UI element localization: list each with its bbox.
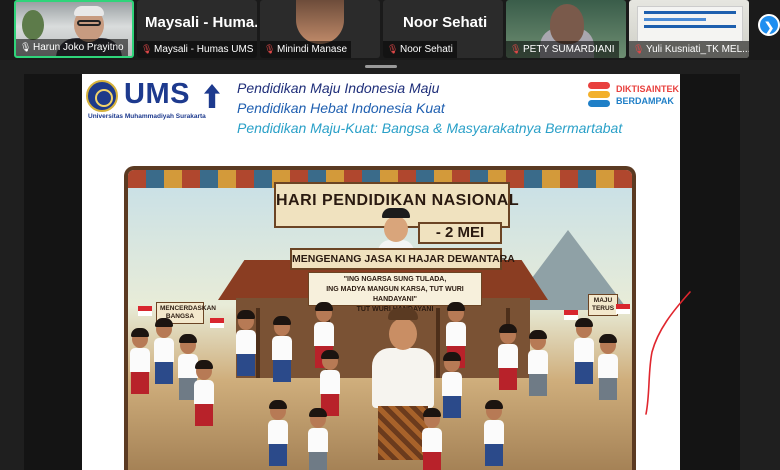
ums-logo-subtitle: Universitas Muhammadiyah Surakarta: [88, 113, 206, 120]
indonesian-flag-icon: [564, 310, 578, 320]
ums-seal-icon: [86, 80, 118, 112]
poster-ribbon: MENGENANG JASA KI HAJAR DEWANTARA: [290, 248, 515, 270]
diktisaintek-mark-icon: [588, 81, 612, 109]
participant-name: Minindi Manase: [277, 44, 348, 55]
sign-right: MAJU TERUS: [588, 294, 618, 316]
poster-banner-date: - 2 MEI: [418, 222, 502, 244]
ums-emblem-icon: [204, 84, 220, 108]
next-participants-button[interactable]: ❯: [758, 14, 780, 36]
participant-name-tag: 🎙 Yuli Kusniati_TK MEL...: [629, 41, 749, 58]
participant-name-tag: 🎙 PETY SUMARDIANI: [506, 41, 619, 58]
diktisaintek-line-1: DIKTISAINTEK: [616, 84, 679, 94]
poster-quote: "ING NGARSA SUNG TULADA, ING MADYA MANGU…: [308, 272, 482, 313]
participant-tile-maysali[interactable]: Maysali - Huma... 🎙 Maysali - Humas UMS: [137, 0, 257, 58]
participant-name-tag: 🎙 Maysali - Humas UMS: [137, 41, 257, 58]
participant-display-name: Maysali - Huma...: [145, 14, 257, 31]
mic-on-icon: 🎙: [20, 42, 32, 52]
video-face: [296, 0, 344, 44]
poster-illustration: HARI PENDIDIKAN NASIONAL - 2 MEI MENGENA…: [124, 166, 636, 470]
participant-tile-pety[interactable]: 🎙 PETY SUMARDIANI: [506, 0, 626, 58]
participant-name: Maysali - Humas UMS: [154, 44, 254, 55]
video-background: [22, 10, 44, 40]
motto-line-3: Pendidikan Maju-Kuat: Bangsa & Masyaraka…: [237, 120, 623, 136]
mic-muted-icon: 🎙: [387, 44, 399, 54]
slide-mottos: Pendidikan Maju Indonesia Maju Pendidika…: [237, 78, 623, 138]
motto-line-2: Pendidikan Hebat Indonesia Kuat: [237, 100, 445, 116]
video-face: [550, 4, 584, 44]
mic-muted-icon: 🎙: [510, 44, 522, 54]
video-hair: [74, 6, 104, 16]
video-glasses: [77, 20, 101, 26]
participant-name: Noor Sehati: [400, 44, 453, 55]
resize-handle[interactable]: [365, 65, 397, 68]
video-slide-thumbnail: [637, 6, 743, 42]
ums-logo: UMS Universitas Muhammadiyah Surakarta: [86, 78, 226, 120]
participant-display-name: Noor Sehati: [403, 14, 488, 31]
indonesian-flag-icon: [616, 304, 630, 314]
ki-hajar-dewantara-portrait: [376, 208, 416, 254]
motto-line-1: Pendidikan Maju Indonesia Maju: [237, 80, 440, 96]
mic-muted-icon: 🎙: [264, 44, 276, 54]
participant-name-tag: 🎙 Harun Joko Prayitno: [16, 39, 128, 56]
participant-tile-noor[interactable]: Noor Sehati 🎙 Noor Sehati: [383, 0, 503, 58]
participant-name: Yuli Kusniati_TK MEL...: [646, 44, 749, 55]
ums-logo-word: UMS: [124, 78, 190, 110]
participant-tile-harun[interactable]: 🎙 Harun Joko Prayitno: [14, 0, 134, 58]
diktisaintek-logo: DIKTISAINTEK BERDAMPAK: [588, 81, 679, 113]
chevron-right-icon: ❯: [763, 19, 775, 35]
participant-tile-minindi[interactable]: 🎙 Minindi Manase: [260, 0, 380, 58]
indonesian-flag-icon: [138, 306, 152, 316]
participant-name-tag: 🎙 Noor Sehati: [383, 41, 457, 58]
mic-muted-icon: 🎙: [633, 44, 645, 54]
diktisaintek-line-2: BERDAMPAK: [616, 96, 674, 106]
participant-name-tag: 🎙 Minindi Manase: [260, 41, 352, 58]
mic-muted-icon: 🎙: [141, 44, 153, 54]
indonesian-flag-icon: [210, 318, 224, 328]
participant-tile-yuli[interactable]: 🎙 Yuli Kusniati_TK MEL...: [629, 0, 749, 58]
participant-strip: 🎙 Harun Joko Prayitno Maysali - Huma... 🎙…: [0, 0, 780, 60]
participant-name: Harun Joko Prayitno: [33, 42, 124, 53]
participant-name: PETY SUMARDIANI: [523, 44, 615, 55]
